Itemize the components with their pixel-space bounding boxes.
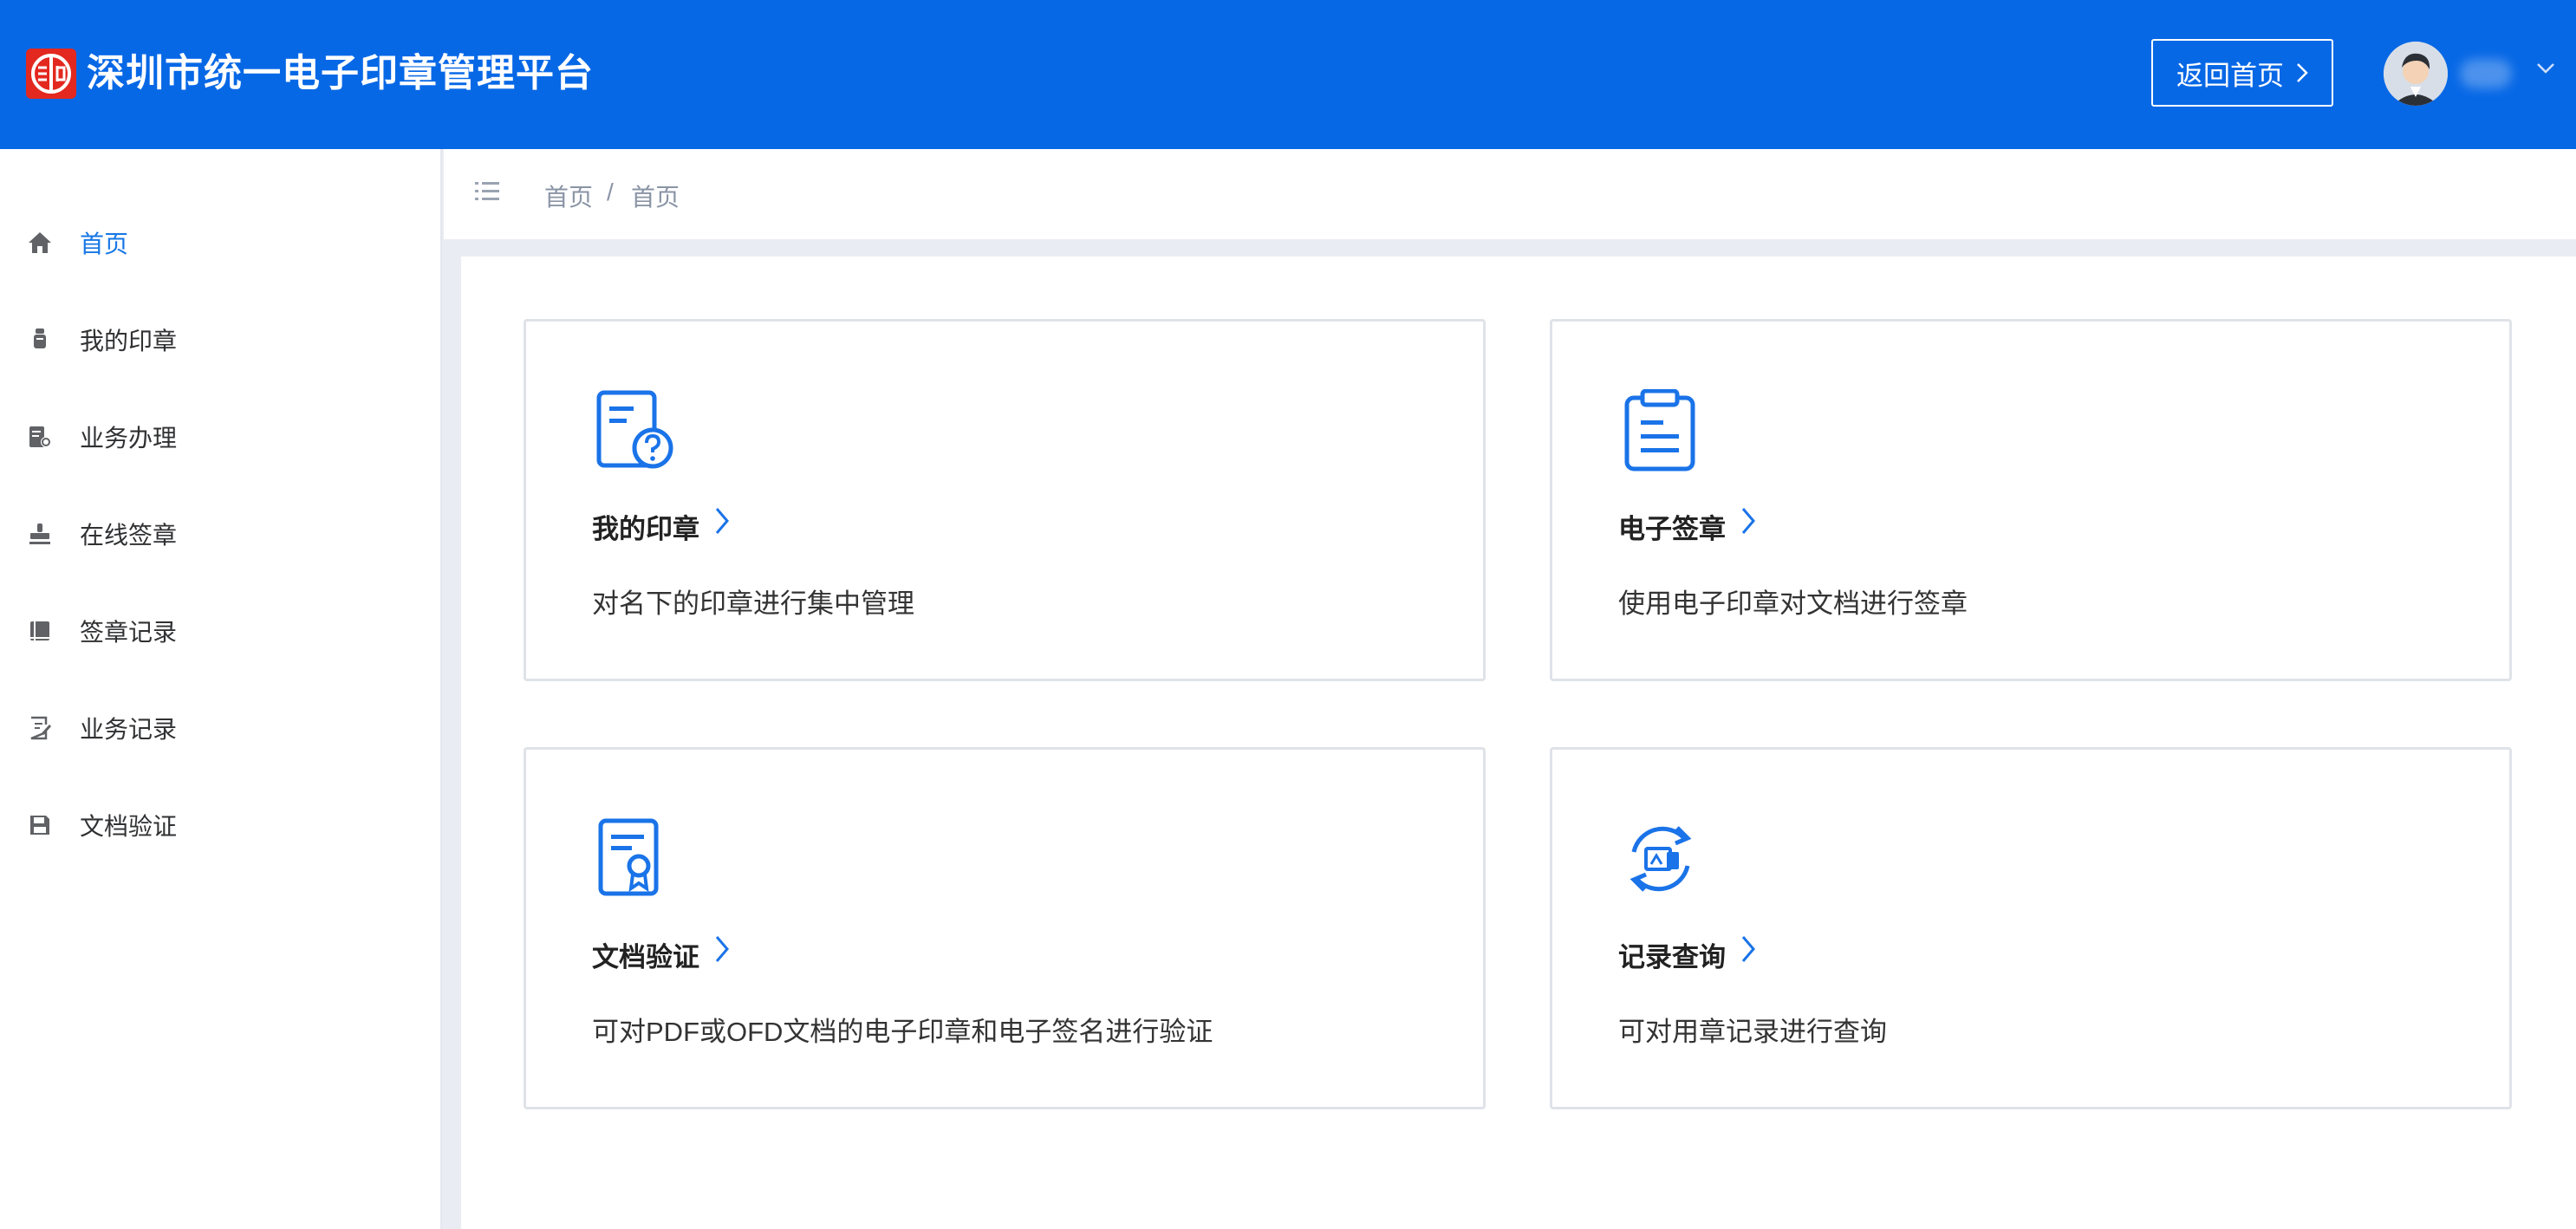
app-title: 深圳市统一电子印章管理平台 <box>87 52 594 94</box>
sidebar-item-label: 文档验证 <box>80 813 178 840</box>
sidebar-item-label: 业务记录 <box>80 716 178 743</box>
refresh-record-icon <box>1630 826 1692 892</box>
sidebar-item-label: 首页 <box>80 231 129 257</box>
card-title: 记录查询 <box>1618 942 1726 972</box>
sidebar-item-sign-records[interactable]: 签章记录 <box>0 588 440 674</box>
card-description: 对名下的印章进行集中管理 <box>592 588 914 619</box>
edit-note-icon <box>26 714 54 742</box>
card-description: 使用电子印章对文档进行签章 <box>1618 588 1968 619</box>
sidebar-item-online-sign[interactable]: 在线签章 <box>0 491 440 577</box>
book-icon <box>26 617 54 645</box>
main-content: 我的印章 对名下的印章进行集中管理 电子签章 使用电子印章对文档进行签章 文档验 <box>461 257 2576 1229</box>
stamp-icon <box>26 520 54 548</box>
sidebar-item-label: 签章记录 <box>80 619 178 646</box>
sidebar-item-business[interactable]: 业务办理 <box>0 393 440 480</box>
chevron-right-icon[interactable] <box>1740 505 1757 536</box>
card-title: 我的印章 <box>592 514 699 544</box>
card-description: 可对用章记录进行查询 <box>1618 1017 1887 1047</box>
breadcrumb-item-home[interactable]: 首页 <box>544 179 593 213</box>
chevron-down-icon[interactable] <box>2536 62 2555 75</box>
sidebar-item-label: 我的印章 <box>80 328 178 354</box>
back-home-button[interactable]: 返回首页 <box>2151 39 2333 107</box>
sidebar-item-business-records[interactable]: 业务记录 <box>0 685 440 771</box>
user-avatar[interactable] <box>2384 42 2448 106</box>
user-name-blurred[interactable] <box>2460 59 2512 88</box>
breadcrumb-bar: 首页 / 首页 <box>444 149 2576 239</box>
clipboard-icon <box>1624 389 1695 471</box>
card-record-query[interactable]: 记录查询 可对用章记录进行查询 <box>1550 747 2512 1109</box>
back-home-label: 返回首页 <box>2176 60 2284 91</box>
chevron-right-icon[interactable] <box>713 505 731 536</box>
sidebar-item-label: 在线签章 <box>80 522 178 549</box>
document-settings-icon <box>26 423 54 451</box>
breadcrumb-item-current: 首页 <box>631 184 680 211</box>
seal-icon <box>26 326 54 354</box>
top-header: 深圳市统一电子印章管理平台 返回首页 <box>0 0 2576 149</box>
card-doc-verify[interactable]: 文档验证 可对PDF或OFD文档的电子印章和电子签名进行验证 <box>524 747 1486 1109</box>
card-title: 电子签章 <box>1618 514 1726 544</box>
seal-logo-icon <box>26 49 76 99</box>
sidebar-item-my-seals[interactable]: 我的印章 <box>0 296 440 383</box>
sidebar: 首页 我的印章 业务办理 在线签章 签章记录 业务记录 文档验证 <box>0 149 442 1229</box>
sidebar-item-label: 业务办理 <box>80 425 178 452</box>
breadcrumb-separator: / <box>607 179 614 205</box>
save-icon <box>26 811 54 839</box>
home-icon <box>26 229 54 257</box>
card-my-seals[interactable]: 我的印章 对名下的印章进行集中管理 <box>524 319 1486 681</box>
document-question-icon <box>596 390 673 469</box>
menu-toggle-icon[interactable] <box>475 180 501 203</box>
chevron-right-icon[interactable] <box>1740 933 1757 965</box>
card-description: 可对PDF或OFD文档的电子印章和电子签名进行验证 <box>592 1017 1213 1047</box>
chevron-right-icon[interactable] <box>713 933 731 965</box>
chevron-right-icon <box>2297 63 2308 82</box>
sidebar-item-doc-verify[interactable]: 文档验证 <box>0 782 440 868</box>
card-title: 文档验证 <box>592 942 699 972</box>
sidebar-item-home[interactable]: 首页 <box>0 199 440 286</box>
card-e-sign[interactable]: 电子签章 使用电子印章对文档进行签章 <box>1550 319 2512 681</box>
certificate-icon <box>598 818 659 896</box>
